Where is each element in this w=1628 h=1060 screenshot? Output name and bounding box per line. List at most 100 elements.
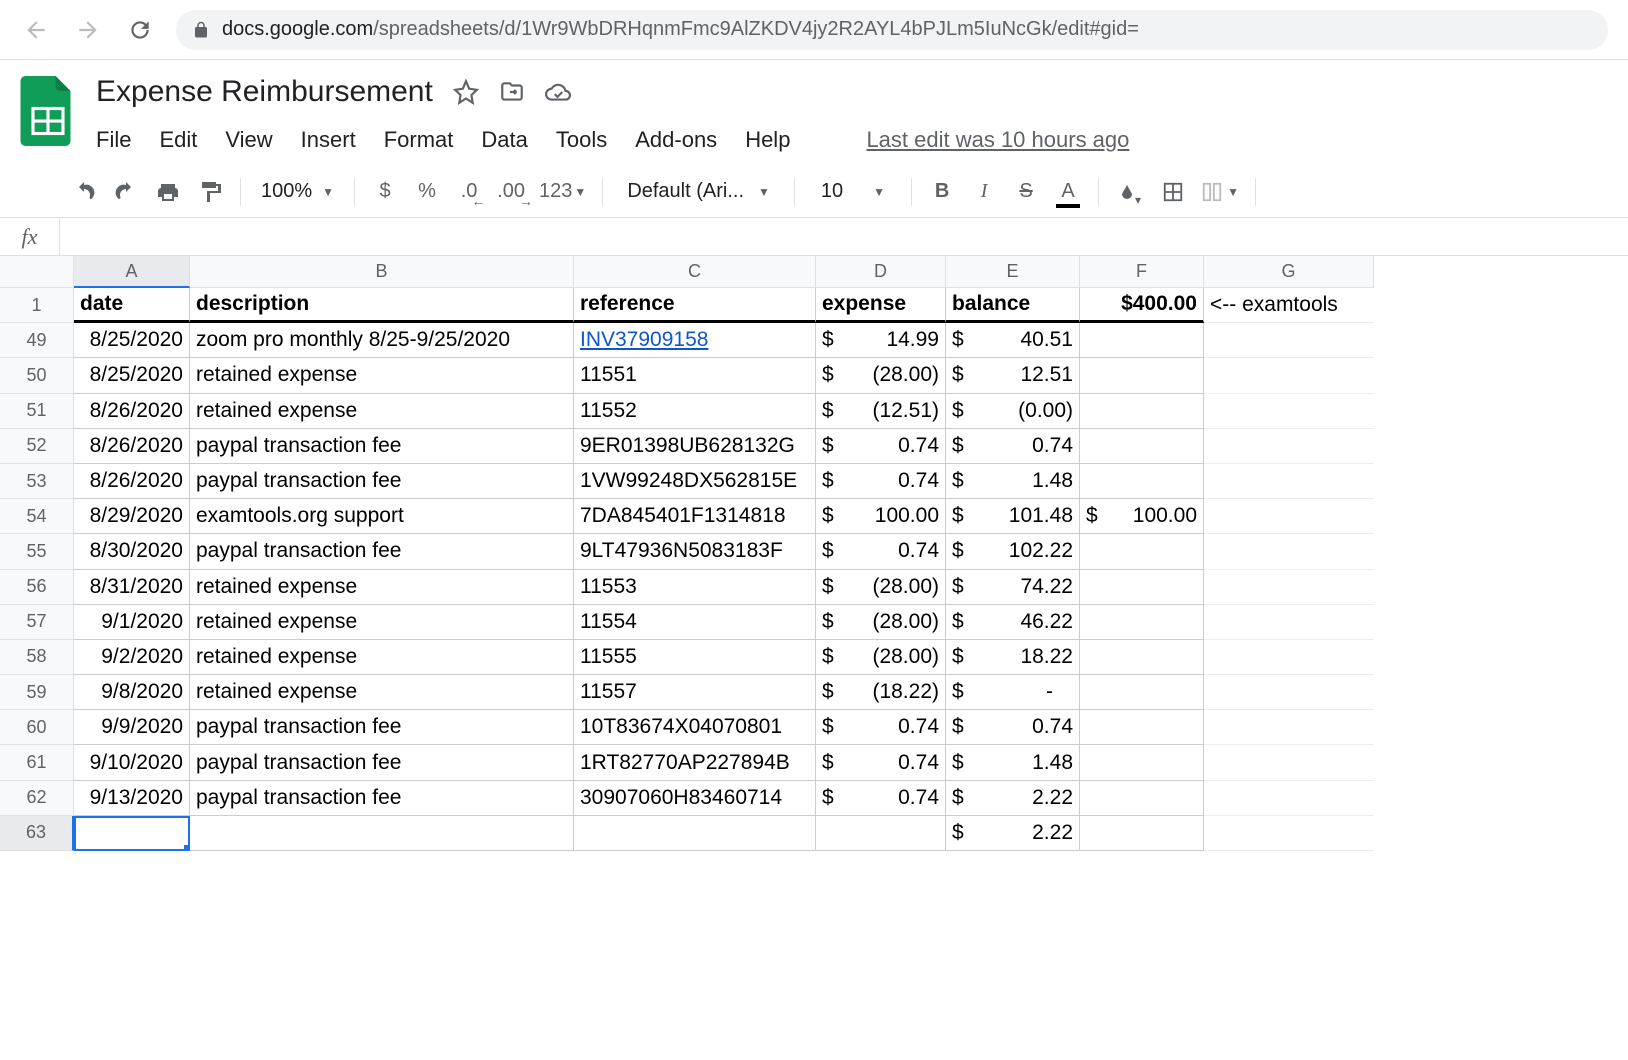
cell[interactable]: $14.99 <box>816 323 946 358</box>
cell[interactable] <box>1080 781 1204 816</box>
col-header-c[interactable]: C <box>574 256 816 288</box>
cell[interactable]: zoom pro monthly 8/25-9/25/2020 <box>190 323 574 358</box>
cell[interactable]: $1.48 <box>946 464 1080 499</box>
cell[interactable] <box>1080 358 1204 393</box>
cell[interactable]: $(0.00) <box>946 394 1080 429</box>
cell[interactable]: $101.48 <box>946 499 1080 534</box>
col-header-f[interactable]: F <box>1080 256 1204 288</box>
cell[interactable]: 8/25/2020 <box>74 358 190 393</box>
row-header[interactable]: 56 <box>0 570 74 605</box>
cell[interactable]: $(18.22) <box>816 675 946 710</box>
cell[interactable]: 8/26/2020 <box>74 464 190 499</box>
cloud-icon[interactable] <box>545 79 571 105</box>
cell[interactable]: retained expense <box>190 675 574 710</box>
move-icon[interactable] <box>499 79 525 105</box>
cell[interactable]: $18.22 <box>946 640 1080 675</box>
row-header[interactable]: 54 <box>0 499 74 534</box>
row-header[interactable]: 60 <box>0 710 74 745</box>
spreadsheet-grid[interactable]: A B C D E F G 1 date description referen… <box>0 256 1628 851</box>
cell[interactable]: $0.74 <box>816 781 946 816</box>
undo-button[interactable] <box>66 174 102 210</box>
row-header[interactable]: 63 <box>0 816 74 851</box>
cell[interactable] <box>1204 358 1374 393</box>
cell[interactable]: 8/26/2020 <box>74 429 190 464</box>
cell[interactable]: $2.22 <box>946 816 1080 851</box>
cell[interactable] <box>1204 605 1374 640</box>
cell[interactable]: date <box>74 288 190 323</box>
cell[interactable]: $40.51 <box>946 323 1080 358</box>
cell[interactable] <box>1080 640 1204 675</box>
cell[interactable] <box>1204 640 1374 675</box>
cell[interactable]: 9LT47936N5083183F <box>574 534 816 569</box>
cell[interactable]: <-- examtools <box>1204 288 1374 323</box>
cell[interactable]: $0.74 <box>816 464 946 499</box>
cell[interactable] <box>1080 534 1204 569</box>
cell[interactable] <box>1204 816 1374 851</box>
cell[interactable]: retained expense <box>190 640 574 675</box>
menu-format[interactable]: Format <box>384 127 454 153</box>
cell[interactable]: 8/30/2020 <box>74 534 190 569</box>
cell[interactable] <box>74 816 190 851</box>
more-formats-button[interactable]: 123▼ <box>535 174 590 210</box>
cell[interactable]: INV37909158 <box>574 323 816 358</box>
select-all-corner[interactable] <box>0 256 74 288</box>
cell[interactable] <box>574 816 816 851</box>
row-header[interactable]: 58 <box>0 640 74 675</box>
star-icon[interactable] <box>453 79 479 105</box>
cell[interactable] <box>1204 464 1374 499</box>
menu-insert[interactable]: Insert <box>301 127 356 153</box>
row-header[interactable]: 51 <box>0 394 74 429</box>
cell[interactable]: examtools.org support <box>190 499 574 534</box>
cell[interactable]: 11553 <box>574 570 816 605</box>
font-select[interactable]: Default (Ari...▼ <box>615 180 782 203</box>
cell[interactable]: 9/9/2020 <box>74 710 190 745</box>
cell[interactable]: 1RT82770AP227894B <box>574 745 816 780</box>
reload-button[interactable] <box>124 14 156 46</box>
col-header-d[interactable]: D <box>816 256 946 288</box>
cell[interactable] <box>1204 323 1374 358</box>
borders-button[interactable] <box>1155 174 1191 210</box>
font-size-select[interactable]: 10▼ <box>807 180 899 203</box>
cell[interactable]: $100.00 <box>1080 499 1204 534</box>
cell[interactable] <box>1080 464 1204 499</box>
cell[interactable] <box>1204 429 1374 464</box>
cell[interactable]: $(12.51) <box>816 394 946 429</box>
format-currency-button[interactable]: $ <box>367 174 403 210</box>
cell[interactable]: 11555 <box>574 640 816 675</box>
cell[interactable]: 7DA845401F1314818 <box>574 499 816 534</box>
cell[interactable] <box>1080 429 1204 464</box>
cell[interactable] <box>1204 781 1374 816</box>
cell[interactable] <box>1204 499 1374 534</box>
row-header[interactable]: 1 <box>0 288 74 323</box>
cell[interactable]: retained expense <box>190 394 574 429</box>
cell[interactable]: $0.74 <box>816 710 946 745</box>
cell[interactable]: $0.74 <box>946 710 1080 745</box>
col-header-a[interactable]: A <box>74 256 190 288</box>
url-bar[interactable]: docs.google.com/spreadsheets/d/1Wr9WbDRH… <box>176 10 1608 50</box>
cell[interactable]: 11551 <box>574 358 816 393</box>
cell[interactable]: 30907060H83460714 <box>574 781 816 816</box>
cell[interactable] <box>1080 710 1204 745</box>
text-color-button[interactable]: A <box>1050 174 1086 210</box>
cell[interactable]: 11557 <box>574 675 816 710</box>
strikethrough-button[interactable]: S <box>1008 174 1044 210</box>
cell[interactable] <box>1204 394 1374 429</box>
cell[interactable]: $(28.00) <box>816 605 946 640</box>
row-header[interactable]: 50 <box>0 358 74 393</box>
cell[interactable]: $400.00 <box>1080 288 1204 323</box>
cell[interactable]: 9/8/2020 <box>74 675 190 710</box>
merge-cells-button[interactable]: ▼ <box>1197 174 1243 210</box>
bold-button[interactable]: B <box>924 174 960 210</box>
increase-decimal-button[interactable]: .00→ <box>493 174 529 210</box>
cell[interactable]: paypal transaction fee <box>190 781 574 816</box>
cell[interactable] <box>1080 745 1204 780</box>
cell[interactable]: 9/1/2020 <box>74 605 190 640</box>
cell[interactable]: retained expense <box>190 358 574 393</box>
cell[interactable]: 8/25/2020 <box>74 323 190 358</box>
cell[interactable]: $0.74 <box>816 534 946 569</box>
cell[interactable] <box>1204 675 1374 710</box>
menu-help[interactable]: Help <box>745 127 790 153</box>
cell[interactable]: paypal transaction fee <box>190 464 574 499</box>
cell[interactable]: reference <box>574 288 816 323</box>
cell[interactable] <box>1080 394 1204 429</box>
